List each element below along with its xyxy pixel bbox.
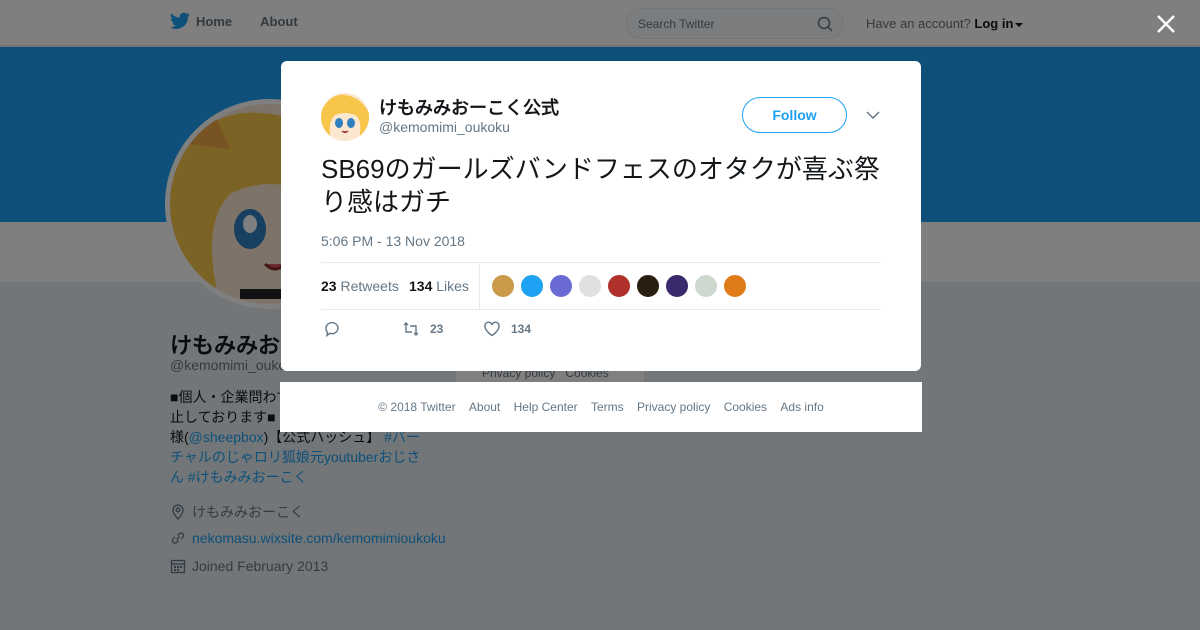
tweet-modal: けもみみおーこく公式 @kemomimi_oukoku Follow SB69の… — [281, 61, 921, 371]
liker-avatar[interactable] — [694, 274, 718, 298]
liker-avatars — [491, 274, 752, 298]
tweet-author-handle[interactable]: @kemomimi_oukoku — [379, 119, 510, 135]
retweets-label: Retweets — [340, 278, 399, 294]
tweet-author-name[interactable]: けもみみおーこく公式 — [379, 94, 559, 120]
footer-help-link[interactable]: Help Center — [514, 400, 578, 414]
follow-button[interactable]: Follow — [742, 97, 847, 133]
reply-icon — [325, 321, 339, 338]
footer-about-link[interactable]: About — [469, 400, 500, 414]
liker-avatar[interactable] — [723, 274, 747, 298]
tweet-actions: 23 134 — [321, 320, 881, 344]
copyright-text: © 2018 Twitter — [378, 400, 456, 414]
heart-icon — [484, 321, 500, 337]
liker-avatar[interactable] — [491, 274, 515, 298]
likes-count: 134 — [409, 278, 433, 294]
likes-label: Likes — [436, 278, 469, 294]
retweet-icon — [403, 322, 419, 336]
like-count: 134 — [511, 322, 532, 336]
retweets-count: 23 — [321, 278, 337, 294]
liker-avatar[interactable] — [520, 274, 544, 298]
tweet-timestamp[interactable]: 5:06 PM - 13 Nov 2018 — [321, 233, 465, 249]
retweet-button[interactable]: 23 — [402, 320, 443, 338]
liker-avatar[interactable] — [636, 274, 660, 298]
tweet-author-avatar[interactable] — [321, 93, 369, 141]
tweet-text: SB69のガールズバンドフェスのオタクが喜ぶ祭り感はガチ — [321, 154, 880, 217]
chevron-down-icon[interactable] — [865, 109, 881, 121]
retweet-count: 23 — [430, 322, 444, 336]
avatar-illustration — [321, 93, 369, 141]
liker-avatar[interactable] — [549, 274, 573, 298]
close-icon[interactable] — [1154, 12, 1178, 36]
footer-cookies-link[interactable]: Cookies — [724, 400, 767, 414]
liker-avatar[interactable] — [578, 274, 602, 298]
retweets-stat[interactable]: 23 Retweets — [321, 278, 399, 294]
like-button[interactable]: 134 — [483, 320, 531, 338]
tweet-stats: 23 Retweets 134 Likes — [321, 262, 881, 310]
stats-divider — [479, 263, 480, 309]
likes-stat[interactable]: 134 Likes — [409, 278, 469, 294]
footer-terms-link[interactable]: Terms — [591, 400, 624, 414]
reply-button[interactable] — [323, 320, 351, 338]
liker-avatar[interactable] — [607, 274, 631, 298]
modal-footer: © 2018 Twitter About Help Center Terms P… — [280, 382, 922, 432]
footer-privacy-link[interactable]: Privacy policy — [637, 400, 710, 414]
liker-avatar[interactable] — [665, 274, 689, 298]
footer-ads-link[interactable]: Ads info — [780, 400, 823, 414]
